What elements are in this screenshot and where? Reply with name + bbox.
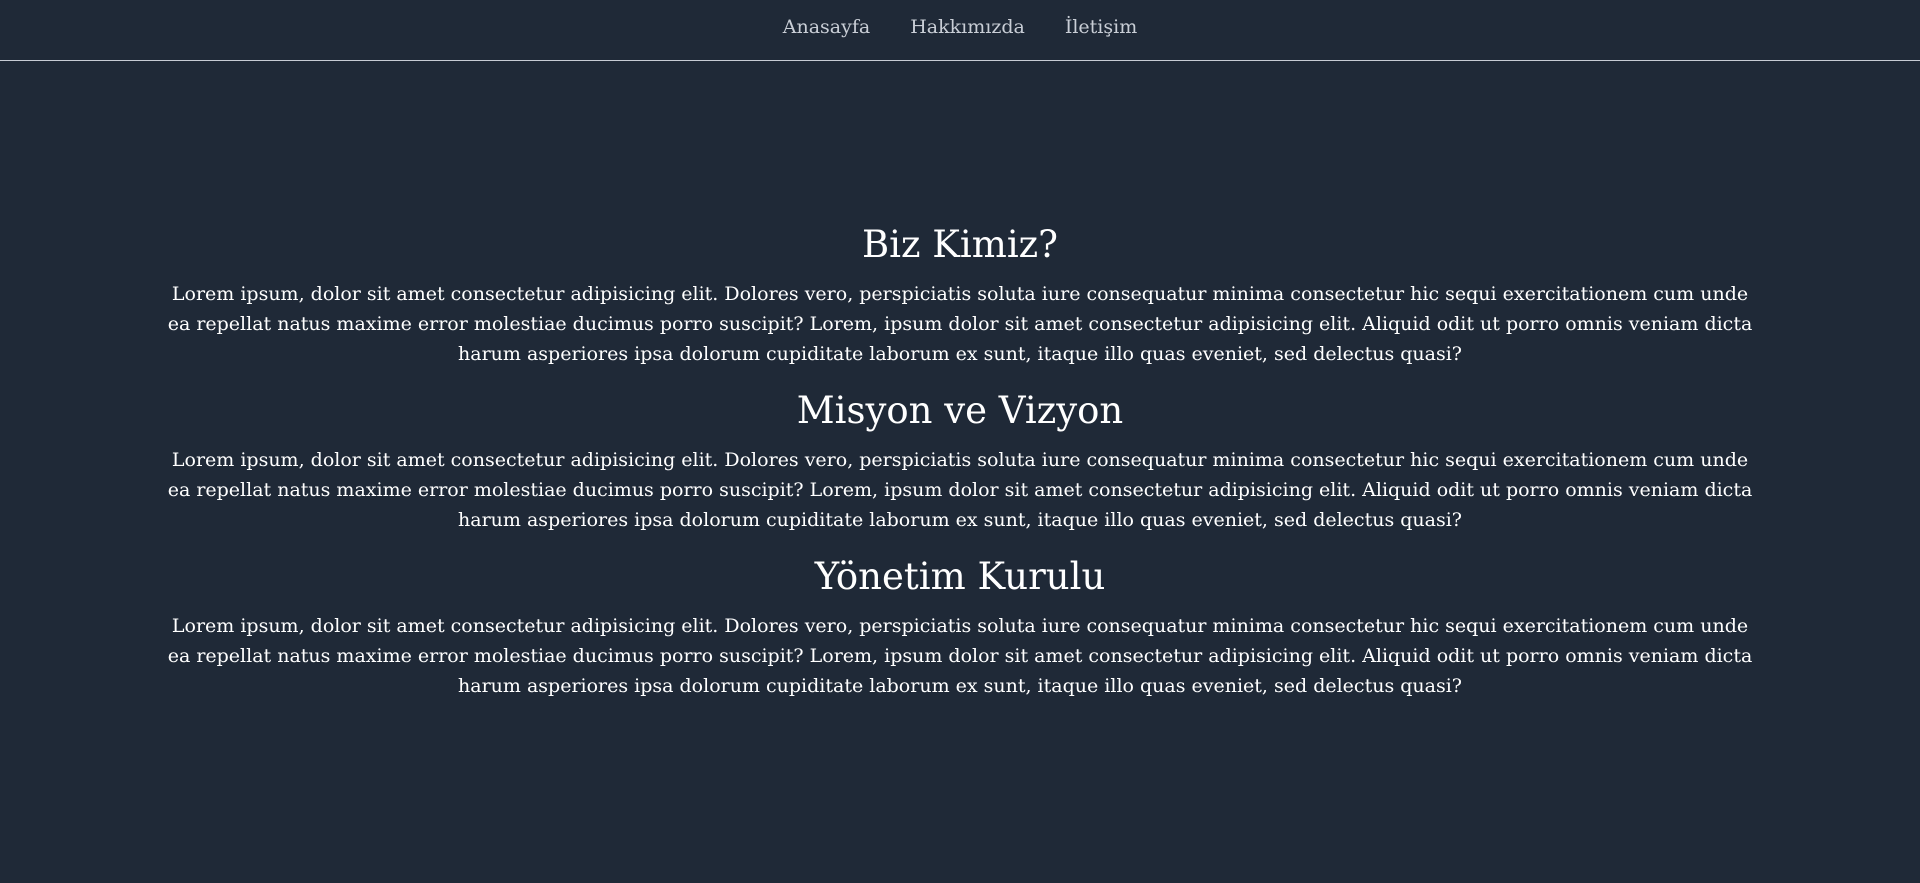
section-text: Lorem ipsum, dolor sit amet consectetur … [167,283,1753,365]
nav-list: Anasayfa Hakkımızda İletişim [783,15,1137,39]
section-board: Yönetim Kurulu Lorem ipsum, dolor sit am… [160,555,1760,701]
nav-item-about: Hakkımızda [910,15,1025,39]
section-title: Yönetim Kurulu [814,555,1106,598]
main-content: Biz Kimiz? Lorem ipsum, dolor sit amet c… [160,61,1760,701]
section-text: Lorem ipsum, dolor sit amet consectetur … [167,615,1753,697]
nav-link-contact[interactable]: İletişim [1065,15,1137,39]
nav-item-contact: İletişim [1065,15,1137,39]
nav-link-about[interactable]: Hakkımızda [910,15,1025,39]
nav-item-home: Anasayfa [783,15,870,39]
section-title: Biz Kimiz? [861,223,1058,266]
section-mission-vision: Misyon ve Vizyon Lorem ipsum, dolor sit … [160,389,1760,535]
top-navigation: Anasayfa Hakkımızda İletişim [0,0,1920,61]
section-text: Lorem ipsum, dolor sit amet consectetur … [167,449,1753,531]
section-who-we-are: Biz Kimiz? Lorem ipsum, dolor sit amet c… [160,223,1760,369]
section-title: Misyon ve Vizyon [796,389,1124,432]
nav-link-home[interactable]: Anasayfa [783,15,870,39]
